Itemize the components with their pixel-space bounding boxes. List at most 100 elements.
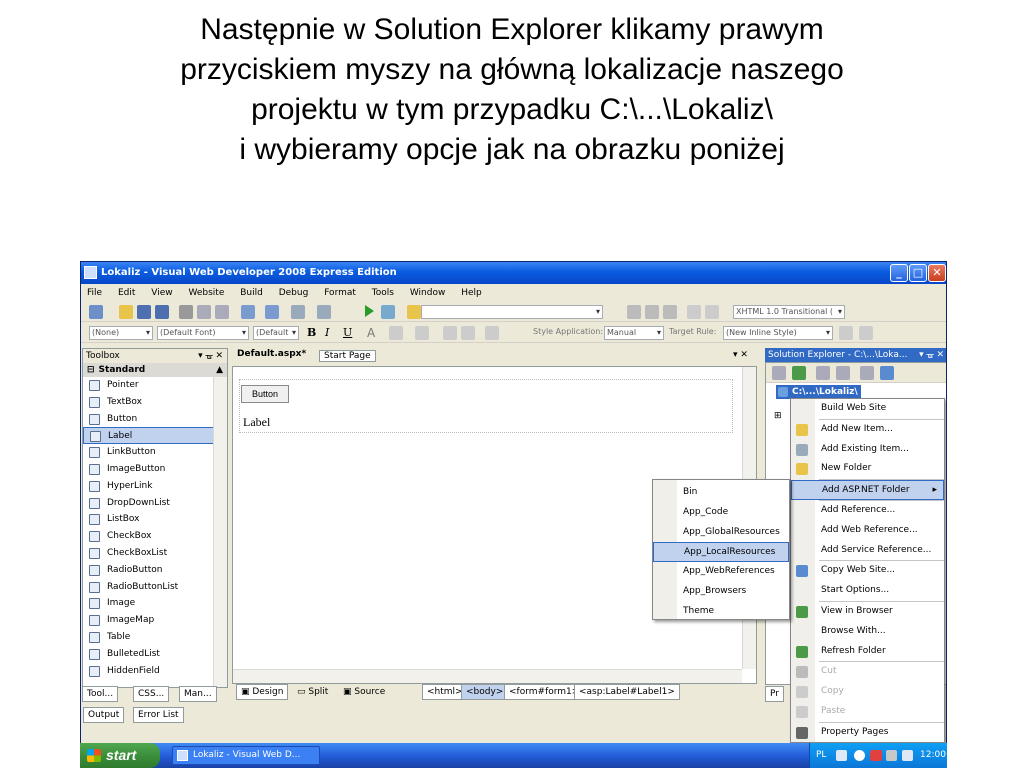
- toolbox-item-imagemap[interactable]: ImageMap: [83, 612, 227, 629]
- tag-form[interactable]: <form#form1>: [504, 684, 585, 700]
- highlight-icon[interactable]: [389, 326, 403, 340]
- menu-item-build-web-site[interactable]: Build Web Site: [791, 399, 944, 419]
- menu-item-add-reference[interactable]: Add Reference...: [791, 501, 944, 521]
- properties-tab[interactable]: Pr: [765, 686, 784, 702]
- toolbox-item-imagebutton[interactable]: ImageButton: [83, 461, 227, 478]
- fore-color-icon[interactable]: A: [367, 326, 381, 340]
- menu-item-add-service-reference[interactable]: Add Service Reference...: [791, 541, 944, 561]
- css-properties-icon[interactable]: [859, 326, 873, 340]
- tag-body[interactable]: <body>: [461, 684, 509, 700]
- tray-icon-2[interactable]: [854, 750, 865, 761]
- submenu-item-bin[interactable]: Bin: [653, 483, 789, 503]
- solution-root-node[interactable]: C:\...\Lokaliz\: [776, 385, 861, 399]
- start-debugging-icon[interactable]: [365, 305, 374, 317]
- hyperlink-icon[interactable]: [485, 326, 499, 340]
- indent-icon[interactable]: [645, 305, 659, 319]
- language-indicator[interactable]: PL: [816, 743, 826, 768]
- view-split-tab[interactable]: ▭ Split: [292, 684, 333, 700]
- toolbox-item-button[interactable]: Button: [83, 411, 227, 428]
- doc-tab-controls[interactable]: ▾ ✕: [733, 350, 748, 360]
- undo-icon[interactable]: [241, 305, 255, 319]
- menu-item-add-new-item[interactable]: Add New Item...: [791, 420, 944, 440]
- bold-icon[interactable]: B: [307, 326, 321, 340]
- menu-item-add-existing-item[interactable]: Add Existing Item...: [791, 440, 944, 460]
- new-project-icon[interactable]: [89, 305, 103, 319]
- toolbox-item-hiddenfield[interactable]: HiddenField: [83, 663, 227, 680]
- submenu-item-theme[interactable]: Theme: [653, 602, 789, 622]
- toolbox-scrollbar[interactable]: [213, 377, 227, 687]
- toolbox-item-table[interactable]: Table: [83, 629, 227, 646]
- nav-forward-icon[interactable]: [317, 305, 331, 319]
- menu-build[interactable]: Build: [240, 288, 263, 298]
- menu-help[interactable]: Help: [461, 288, 482, 298]
- tag-label[interactable]: <asp:Label#Label1>: [574, 684, 680, 700]
- menu-website[interactable]: Website: [188, 288, 224, 298]
- nav-back-icon[interactable]: [291, 305, 305, 319]
- open-file-icon[interactable]: [119, 305, 133, 319]
- tray-icon-1[interactable]: [836, 750, 847, 761]
- view-designer-icon[interactable]: [860, 366, 874, 380]
- toolbox-item-radiobuttonlist[interactable]: RadioButtonList: [83, 579, 227, 596]
- toolbox-item-radiobutton[interactable]: RadioButton: [83, 562, 227, 579]
- menu-item-view-in-browser[interactable]: View in Browser: [791, 602, 944, 622]
- window-titlebar[interactable]: Lokaliz - Visual Web Developer 2008 Expr…: [81, 262, 946, 284]
- network-icon[interactable]: [902, 750, 913, 761]
- style-application-combo[interactable]: Manual: [604, 326, 664, 340]
- toolbox-item-checkboxlist[interactable]: CheckBoxList: [83, 545, 227, 562]
- css-tab[interactable]: CSS...: [133, 686, 170, 702]
- toolbox-item-listbox[interactable]: ListBox: [83, 511, 227, 528]
- toolbox-tab[interactable]: Tool...: [82, 686, 119, 702]
- justify-icon[interactable]: [415, 326, 429, 340]
- menu-item-property-pages[interactable]: Property Pages: [791, 723, 944, 743]
- menu-tools[interactable]: Tools: [372, 288, 394, 298]
- font-combo[interactable]: (Default Font): [157, 326, 249, 340]
- toolbox-item-pointer[interactable]: Pointer: [83, 377, 227, 394]
- menu-format[interactable]: Format: [324, 288, 356, 298]
- solution-header-buttons[interactable]: ▾ ᚗ ✕: [919, 348, 944, 362]
- nest-icon[interactable]: [816, 366, 830, 380]
- font-size-combo[interactable]: (Default: [253, 326, 299, 340]
- submenu-item-app-code[interactable]: App_Code: [653, 503, 789, 523]
- menu-view[interactable]: View: [151, 288, 172, 298]
- menu-item-new-folder[interactable]: New Folder: [791, 459, 944, 479]
- new-style-icon[interactable]: [839, 326, 853, 340]
- find-combo[interactable]: [421, 305, 603, 319]
- menu-item-add-web-reference[interactable]: Add Web Reference...: [791, 521, 944, 541]
- output-tab[interactable]: Output: [83, 707, 125, 723]
- menu-debug[interactable]: Debug: [279, 288, 309, 298]
- submenu-item-app-localresources[interactable]: App_LocalResources: [653, 542, 789, 563]
- refresh-icon[interactable]: [792, 366, 806, 380]
- properties-icon[interactable]: [772, 366, 786, 380]
- config-icon[interactable]: [880, 366, 894, 380]
- bullets-icon[interactable]: [443, 326, 457, 340]
- save-all-icon[interactable]: [155, 305, 169, 319]
- tab-default-aspx[interactable]: Default.aspx*: [233, 349, 310, 359]
- start-button[interactable]: start: [80, 743, 160, 768]
- save-icon[interactable]: [137, 305, 151, 319]
- format-icon[interactable]: [627, 305, 641, 319]
- doctype-combo[interactable]: XHTML 1.0 Transitional (: [733, 305, 845, 319]
- outdent-icon[interactable]: [663, 305, 677, 319]
- underline-icon[interactable]: U: [343, 326, 357, 340]
- toolbox-item-image[interactable]: Image: [83, 595, 227, 612]
- toolbox-item-textbox[interactable]: TextBox: [83, 394, 227, 411]
- expand-icon[interactable]: ⊞: [774, 411, 782, 421]
- menu-item-add-asp-net-folder[interactable]: Add ASP.NET Folder ▸: [791, 480, 944, 500]
- scroll-up-icon[interactable]: ▲: [216, 363, 223, 377]
- error-list-tab[interactable]: Error List: [133, 707, 184, 723]
- menu-window[interactable]: Window: [410, 288, 446, 298]
- menu-file[interactable]: File: [87, 288, 102, 298]
- redo-icon[interactable]: [265, 305, 279, 319]
- view-source-tab[interactable]: ▣ Source: [338, 684, 390, 700]
- cut-icon[interactable]: [179, 305, 193, 319]
- menu-item-start-options[interactable]: Start Options...: [791, 581, 944, 601]
- design-button[interactable]: Button: [241, 385, 289, 403]
- design-label[interactable]: Label: [243, 415, 270, 430]
- toolbox-item-linkbutton[interactable]: LinkButton: [83, 444, 227, 461]
- toolbox-toggle-icon[interactable]: [407, 305, 421, 319]
- menu-item-browse-with[interactable]: Browse With...: [791, 622, 944, 642]
- submenu-item-app-browsers[interactable]: App_Browsers: [653, 582, 789, 602]
- taskbar-item-vwd[interactable]: Lokaliz - Visual Web D...: [172, 746, 320, 765]
- tab-start-page[interactable]: Start Page: [319, 350, 376, 362]
- manage-tab[interactable]: Man...: [179, 686, 217, 702]
